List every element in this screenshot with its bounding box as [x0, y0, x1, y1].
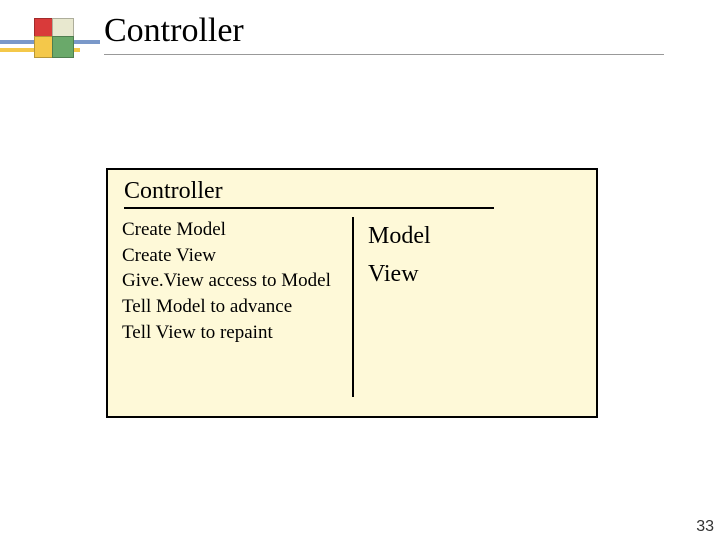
- controller-responsibilities: Create Model Create View Give.View acces…: [122, 217, 352, 397]
- panel-columns: Create Model Create View Give.View acces…: [122, 217, 582, 397]
- list-item: Give.View access to Model: [122, 268, 342, 294]
- list-item: View: [368, 255, 431, 293]
- slide-header-icon: [0, 10, 105, 70]
- list-item: Create View: [122, 243, 342, 269]
- page-number: 33: [696, 518, 714, 536]
- logo-square-green-icon: [52, 36, 74, 58]
- panel-heading-rule: [124, 207, 494, 209]
- panel-heading: Controller: [124, 178, 582, 205]
- controller-panel: Controller Create Model Create View Give…: [106, 168, 598, 418]
- list-item: Model: [368, 217, 431, 255]
- slide-title: Controller: [104, 12, 244, 49]
- title-underline: [104, 54, 664, 55]
- list-item: Tell View to repaint: [122, 320, 342, 346]
- collaborators: Model View: [354, 217, 431, 397]
- list-item: Create Model: [122, 217, 342, 243]
- list-item: Tell Model to advance: [122, 294, 342, 320]
